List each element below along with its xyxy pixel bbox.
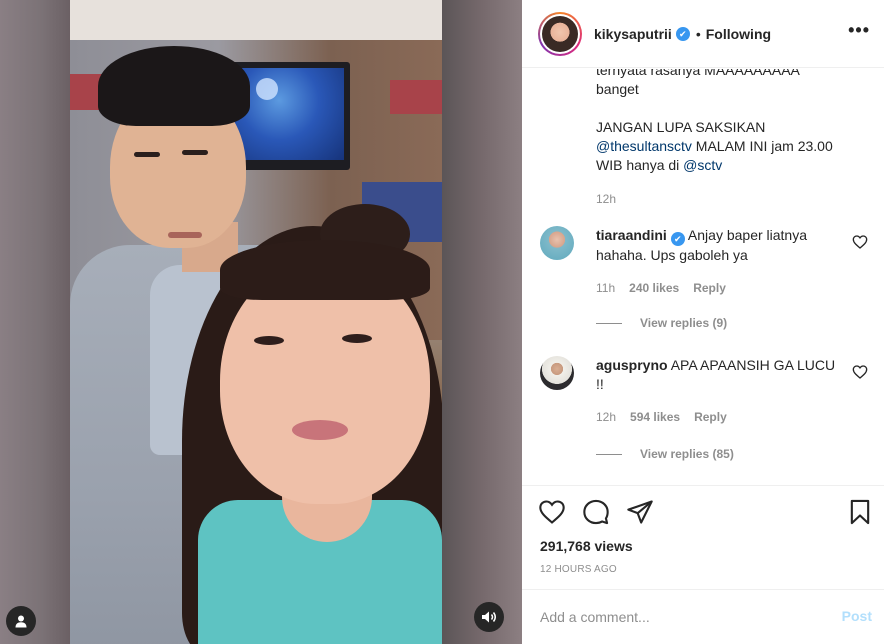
caption-line: JANGAN LUPA SAKSIKAN — [596, 119, 766, 135]
comment-meta: 12h 594 likes Reply — [596, 408, 836, 427]
man-mouth — [168, 232, 202, 238]
man-eyebrow — [182, 150, 208, 155]
reply-button[interactable]: Reply — [694, 410, 727, 424]
caption-line: WIB hanya di @sctv — [596, 156, 866, 175]
separator-dot: • — [695, 25, 701, 42]
woman-hair-fringe — [220, 240, 430, 300]
view-replies-button[interactable]: View replies (85) — [596, 447, 734, 461]
comment-body: tiaraandini ✔ Anjay baper liatnya hahaha.… — [596, 226, 836, 298]
woman-lips — [292, 420, 348, 440]
red-sign — [390, 80, 442, 114]
more-options-icon[interactable]: ••• — [848, 20, 870, 41]
mute-button[interactable] — [474, 602, 504, 632]
caption-text: MALAM INI jam 23.00 — [691, 138, 833, 154]
video-blur-left — [0, 0, 70, 644]
post-author-username[interactable]: kikysaputrii — [594, 26, 672, 42]
post-comment-button[interactable]: Post — [842, 608, 872, 624]
comment-timestamp[interactable]: 12h — [596, 410, 616, 424]
mention-link[interactable]: @thesultansctv — [596, 138, 692, 154]
view-replies-label: View replies (85) — [640, 447, 734, 461]
following-button[interactable]: Following — [706, 26, 771, 42]
commenter-avatar[interactable] — [540, 356, 574, 390]
caption-line: ternyata rasanya MAAAAAAAAA — [596, 69, 800, 78]
view-count[interactable]: 291,768 views — [540, 538, 633, 554]
add-comment-bar: Post — [522, 589, 884, 644]
user-icon — [15, 615, 27, 628]
comments-section[interactable]: ternyata rasanya MAAAAAAAAA banget JANGA… — [522, 69, 884, 485]
paper-plane-icon[interactable] — [626, 498, 654, 526]
post-caption: ternyata rasanya MAAAAAAAAA banget JANGA… — [596, 69, 866, 209]
woman-eye — [254, 336, 284, 345]
woman-eye — [342, 334, 372, 343]
speaker-icon — [482, 611, 496, 623]
caption-timestamp[interactable]: 12h — [596, 190, 866, 209]
video-blur-right — [442, 0, 522, 644]
tv-logo — [256, 78, 278, 100]
man-eyebrow — [134, 152, 160, 157]
avatar — [542, 15, 578, 52]
replies-divider — [596, 453, 622, 455]
verified-badge-icon: ✔ — [670, 232, 685, 246]
action-bar: 291,768 views 12 HOURS AGO — [522, 485, 884, 589]
replies-divider — [596, 322, 622, 324]
mention-link[interactable]: @sctv — [683, 157, 722, 173]
commenter-username[interactable]: aguspryno — [596, 357, 668, 373]
view-replies-button[interactable]: View replies (9) — [596, 316, 727, 330]
view-replies-label: View replies (9) — [640, 316, 728, 330]
verified-badge-icon: ✔ — [675, 26, 690, 41]
comment-like-count[interactable]: 594 likes — [630, 410, 680, 424]
video-frame — [70, 0, 442, 644]
video-player[interactable] — [0, 0, 522, 644]
story-ring[interactable] — [538, 11, 582, 56]
comment-like-count[interactable]: 240 likes — [629, 281, 679, 295]
commenter-avatar[interactable] — [540, 226, 574, 260]
caption-text: WIB hanya di — [596, 157, 684, 173]
comment-like-heart-icon[interactable] — [852, 234, 868, 250]
bookmark-icon[interactable] — [846, 498, 874, 526]
post-sidebar: kikysaputrii ✔ • Following ••• ternyata … — [522, 0, 884, 644]
comment-like-heart-icon[interactable] — [852, 364, 868, 380]
caption-line: banget — [596, 81, 639, 97]
post-time-ago[interactable]: 12 HOURS AGO — [540, 564, 617, 575]
comment-input[interactable] — [540, 606, 820, 628]
commenter-username[interactable]: tiaraandini — [596, 227, 667, 243]
caption-line: @thesultansctv MALAM INI jam 23.00 — [596, 137, 866, 156]
comment-body: aguspryno APA APAANSIH GA LUCU !! 12h 594… — [596, 356, 836, 427]
comment: aguspryno APA APAANSIH GA LUCU !! 12h 594… — [538, 356, 868, 426]
post-header: kikysaputrii ✔ • Following ••• — [522, 0, 884, 68]
caption-line — [596, 99, 866, 118]
comment-timestamp[interactable]: 11h — [596, 281, 615, 295]
man-hair — [98, 46, 250, 126]
comment: tiaraandini ✔ Anjay baper liatnya hahaha.… — [538, 226, 868, 296]
comment-meta: 11h 240 likes Reply — [596, 279, 836, 298]
reply-button[interactable]: Reply — [693, 281, 726, 295]
tagged-users-button[interactable] — [6, 606, 36, 636]
comment-icon[interactable] — [582, 498, 610, 526]
studio-ceiling — [70, 0, 442, 40]
heart-icon[interactable] — [538, 498, 566, 526]
avatar-border — [540, 13, 580, 54]
